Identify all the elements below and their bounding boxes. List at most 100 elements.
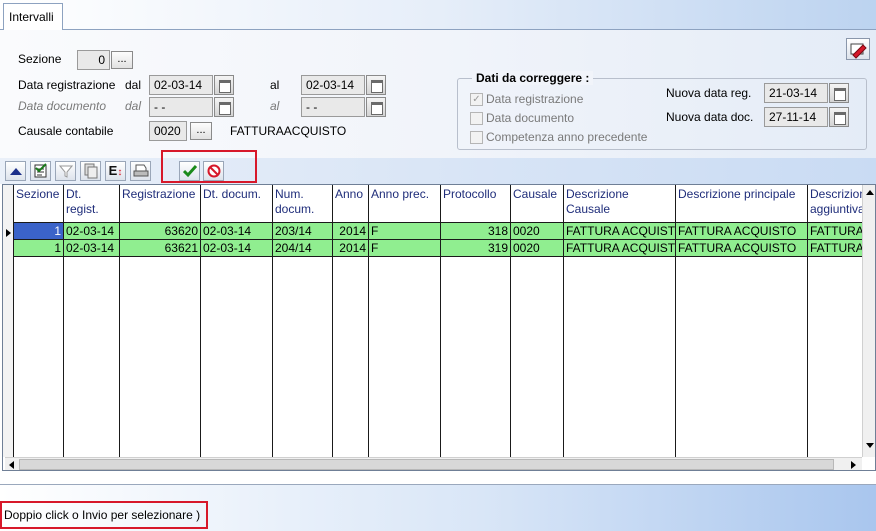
table-cell-num-docum[interactable]: 203/14: [273, 223, 333, 240]
horizontal-scrollbar[interactable]: [5, 457, 862, 470]
sezione-field[interactable]: 0: [77, 50, 110, 70]
table-cell-dt-regist[interactable]: 02-03-14: [64, 223, 120, 240]
prohibited-icon: [207, 164, 220, 178]
column-header-descrizione-aggiuntiva[interactable]: Descrizione aggiuntiva: [808, 185, 868, 223]
table-cell-causale[interactable]: 0020: [511, 240, 564, 257]
table-cell-sezione[interactable]: 1: [14, 240, 64, 257]
chk-competenza-label: Competenza anno precedente: [486, 130, 648, 144]
table-cell-descrizione-principale[interactable]: FATTURA ACQUISTO: [676, 240, 808, 257]
table-cell-anno[interactable]: 2014: [333, 223, 369, 240]
table-cell-descrizione-causale[interactable]: FATTURA ACQUISTO: [564, 223, 676, 240]
nuova-data-reg-field[interactable]: 21-03-14: [764, 83, 828, 103]
sezione-lookup-button[interactable]: ...: [111, 51, 133, 69]
calendar-icon[interactable]: [366, 75, 386, 95]
checklist-icon: [34, 163, 47, 178]
scroll-down-arrow-icon[interactable]: [866, 443, 874, 448]
table-cell-protocollo[interactable]: 318: [441, 223, 511, 240]
column-header-descrizione-causale[interactable]: Descrizione Causale: [564, 185, 676, 223]
table-cell-descrizione-causale[interactable]: FATTURA ACQUISTO: [564, 240, 676, 257]
scroll-right-arrow-icon[interactable]: [851, 461, 856, 469]
calendar-icon[interactable]: [829, 83, 849, 103]
column-divider: [563, 223, 564, 457]
eraser-icon: [850, 43, 867, 59]
table-cell-sezione[interactable]: 1: [14, 223, 64, 240]
chk-data-doc-label: Data documento: [486, 111, 575, 125]
table-cell-anno-prec[interactable]: F: [369, 223, 441, 240]
column-divider: [119, 223, 120, 457]
data-reg-to-field[interactable]: 02-03-14: [301, 75, 365, 95]
data-reg-from-field[interactable]: 02-03-14: [149, 75, 213, 95]
column-header-num-docum[interactable]: Num. docum.: [273, 185, 333, 223]
column-divider: [368, 223, 369, 457]
column-header-descrizione-principale[interactable]: Descrizione principale: [676, 185, 808, 223]
nuova-data-reg-label: Nuova data reg.: [666, 86, 752, 100]
printer-icon: [133, 164, 148, 177]
table-cell-descrizione-aggiuntiva[interactable]: FATTURA: [808, 223, 868, 240]
arrow-up-icon: [9, 168, 22, 175]
column-header-sezione[interactable]: Sezione: [14, 185, 64, 223]
table-cell-dt-docum[interactable]: 02-03-14: [201, 240, 273, 257]
column-header-dt-regist[interactable]: Dt. regist.: [64, 185, 120, 223]
causale-lookup-button[interactable]: ...: [190, 122, 212, 140]
edit-list-button[interactable]: [30, 161, 51, 181]
data-doc-from-field[interactable]: - -: [149, 97, 213, 117]
data-reg-label: Data registrazione: [18, 78, 116, 92]
causale-label: Causale contabile: [18, 124, 114, 138]
results-grid[interactable]: Sezione Dt. regist. Registrazione Dt. docum…: [2, 184, 876, 471]
calendar-icon[interactable]: [214, 97, 234, 117]
column-divider: [63, 223, 64, 457]
chk-data-reg-label: Data registrazione: [486, 92, 584, 106]
copy-button[interactable]: [80, 161, 101, 181]
chk-data-reg-checkbox[interactable]: ✓: [470, 93, 483, 106]
status-text: Doppio click o Invio per selezionare ): [4, 508, 201, 522]
table-cell-protocollo[interactable]: 319: [441, 240, 511, 257]
tab-strip: [0, 0, 876, 30]
scroll-left-arrow-icon[interactable]: [9, 461, 14, 469]
table-cell-anno[interactable]: 2014: [333, 240, 369, 257]
column-header-registrazione[interactable]: Registrazione: [120, 185, 201, 223]
table-cell-causale[interactable]: 0020: [511, 223, 564, 240]
causale-description: FATTURAACQUISTO: [230, 124, 347, 138]
table-cell-registrazione[interactable]: 63620: [120, 223, 201, 240]
causale-field[interactable]: 0020: [149, 121, 187, 141]
column-header-anno[interactable]: Anno: [333, 185, 369, 223]
print-button[interactable]: [130, 161, 151, 181]
confirm-button[interactable]: [179, 161, 200, 181]
table-cell-registrazione[interactable]: 63621: [120, 240, 201, 257]
edit-clear-button[interactable]: [846, 38, 870, 60]
column-divider: [440, 223, 441, 457]
calendar-icon[interactable]: [366, 97, 386, 117]
table-cell-dt-regist[interactable]: 02-03-14: [64, 240, 120, 257]
column-divider: [332, 223, 333, 457]
data-doc-al-label: al: [270, 99, 280, 113]
table-cell-descrizione-aggiuntiva[interactable]: FATTURA: [808, 240, 868, 257]
table-cell-dt-docum[interactable]: 02-03-14: [201, 223, 273, 240]
column-header-protocollo[interactable]: Protocollo: [441, 185, 511, 223]
vertical-scrollbar[interactable]: [862, 185, 875, 457]
scroll-thumb[interactable]: [19, 459, 834, 470]
calendar-icon[interactable]: [214, 75, 234, 95]
calendar-icon[interactable]: [829, 107, 849, 127]
nuova-data-doc-label: Nuova data doc.: [666, 110, 754, 124]
chk-competenza-checkbox[interactable]: [470, 131, 483, 144]
export-excel-button[interactable]: E↕: [105, 161, 126, 181]
table-cell-num-docum[interactable]: 204/14: [273, 240, 333, 257]
nuova-data-doc-field[interactable]: 27-11-14: [764, 107, 828, 127]
column-header-dt-docum[interactable]: Dt. docum.: [201, 185, 273, 223]
move-up-button[interactable]: [5, 161, 26, 181]
filter-button[interactable]: [55, 161, 76, 181]
column-divider: [807, 223, 808, 457]
data-reg-al-label: al: [270, 78, 280, 92]
cancel-button[interactable]: [203, 161, 224, 181]
column-divider: [675, 223, 676, 457]
table-cell-descrizione-principale[interactable]: FATTURA ACQUISTO: [676, 223, 808, 240]
data-doc-to-field[interactable]: - -: [301, 97, 365, 117]
tab-label: Intervalli: [9, 10, 54, 24]
column-header-anno-prec[interactable]: Anno prec.: [369, 185, 441, 223]
tab-intervalli[interactable]: Intervalli: [3, 3, 63, 31]
scroll-up-arrow-icon[interactable]: [866, 190, 874, 195]
table-cell-anno-prec[interactable]: F: [369, 240, 441, 257]
data-reg-dal-label: dal: [125, 78, 142, 92]
chk-data-doc-checkbox[interactable]: [470, 112, 483, 125]
column-header-causale[interactable]: Causale: [511, 185, 564, 223]
